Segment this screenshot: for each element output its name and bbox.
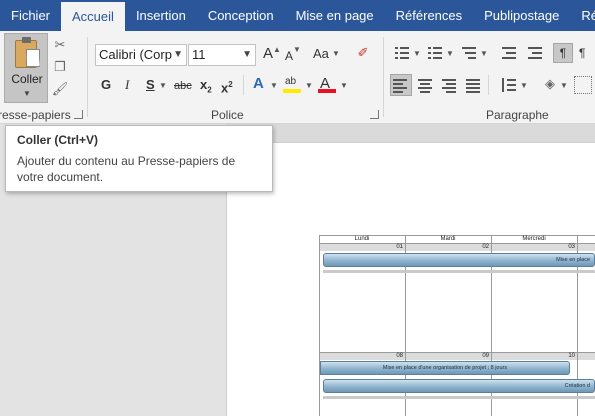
ribbon-tab-bar: Fichier Accueil Insertion Conception Mis… [0, 0, 595, 31]
chevron-down-icon[interactable]: ▼ [446, 49, 454, 58]
shrink-font-button[interactable]: A [285, 47, 293, 65]
chevron-down-icon[interactable]: ▼ [5, 89, 49, 98]
grow-arrow-icon: ▲ [273, 45, 281, 54]
justify-icon[interactable] [464, 76, 482, 94]
align-center-icon[interactable] [416, 76, 434, 94]
font-name-combo[interactable]: Calibri (Corp ▼ [95, 44, 187, 66]
rtl-marks-button[interactable]: ¶ [579, 44, 585, 62]
bold-button[interactable]: G [101, 76, 111, 94]
ribbon: Coller ▼ ✂ ❐ 🖌 resse-papiers Calibri (Co… [0, 31, 595, 124]
chevron-down-icon[interactable]: ▼ [340, 81, 348, 90]
superscript-mark: 2 [228, 80, 233, 89]
paste-tooltip: Coller (Ctrl+V) Ajouter du contenu au Pr… [5, 125, 273, 192]
font-color-swatch [318, 89, 336, 93]
task-bar-shadow [323, 396, 595, 399]
underline-button[interactable]: S [146, 76, 155, 94]
grid-line [319, 235, 320, 416]
format-painter-icon[interactable]: 🖌 [51, 81, 69, 97]
show-marks-button[interactable]: ¶ [553, 43, 573, 63]
cut-icon[interactable]: ✂ [51, 37, 69, 53]
align-left-icon[interactable] [390, 74, 412, 96]
font-launcher-icon[interactable] [370, 110, 379, 119]
day-name-mercredi: Mercredi [522, 236, 546, 242]
tab-publipostage[interactable]: Publipostage [473, 0, 570, 31]
borders-icon[interactable] [574, 76, 592, 94]
task-bar-shadow [323, 270, 595, 273]
day-number-partial [578, 353, 595, 360]
font-size-combo[interactable]: 11 ▼ [188, 44, 256, 66]
text-effects-button[interactable]: A [253, 75, 264, 93]
task-bar[interactable]: Création d [323, 379, 595, 393]
task-bar[interactable]: Mise en place d'une organisation de proj… [320, 361, 570, 375]
highlight-color-swatch [283, 89, 301, 93]
font-name-value: Calibri (Corp [99, 47, 172, 62]
bullets-icon[interactable] [393, 44, 411, 62]
calendar-grid: Lundi Mardi Mercredi 01 02 03 Mise en pl… [319, 235, 595, 416]
day-number: 10 [492, 353, 577, 360]
align-right-icon[interactable] [440, 76, 458, 94]
day-number: 03 [492, 244, 577, 251]
increase-indent-icon[interactable] [526, 44, 544, 62]
subscript-button[interactable]: x2 [200, 76, 212, 100]
chevron-down-icon[interactable]: ▼ [242, 45, 252, 65]
font-size-value: 11 [192, 47, 206, 62]
numbering-icon[interactable] [426, 44, 444, 62]
paste-button[interactable]: Coller ▼ [4, 33, 48, 103]
inline-divider [243, 75, 244, 95]
strikethrough-button[interactable]: abc [174, 77, 192, 95]
day-number: 02 [406, 244, 491, 251]
paste-label: Coller [11, 72, 43, 86]
inline-divider [488, 75, 489, 95]
tab-mise-en-page[interactable]: Mise en page [285, 0, 385, 31]
multilevel-list-icon[interactable] [460, 44, 478, 62]
chevron-down-icon[interactable]: ▼ [560, 81, 568, 90]
grow-font-button[interactable]: A [263, 45, 273, 63]
copy-icon[interactable]: ❐ [51, 59, 69, 75]
day-name-lundi: Lundi [354, 236, 370, 242]
day-name-mardi: Mardi [440, 236, 456, 242]
decrease-indent-icon[interactable] [500, 44, 518, 62]
day-number-partial [578, 244, 595, 251]
tab-revision[interactable]: Révis [570, 0, 595, 31]
tab-conception[interactable]: Conception [197, 0, 285, 31]
group-divider [87, 37, 88, 117]
superscript-button[interactable]: x2 [221, 76, 233, 97]
clear-formatting-icon[interactable]: ✐ [354, 45, 372, 61]
subscript-mark: 2 [207, 85, 212, 95]
clipboard-launcher-icon[interactable] [74, 110, 83, 119]
clipboard-group-label: resse-papiers [0, 108, 71, 122]
tooltip-body: Ajouter du contenu au Presse-papiers de … [17, 154, 236, 184]
day-number: 01 [320, 244, 405, 251]
italic-button[interactable]: I [125, 76, 129, 94]
chevron-down-icon[interactable]: ▼ [332, 49, 340, 58]
tab-insertion[interactable]: Insertion [125, 0, 197, 31]
chevron-down-icon[interactable]: ▼ [520, 81, 528, 90]
chevron-down-icon[interactable]: ▼ [270, 81, 278, 90]
chevron-down-icon[interactable]: ▼ [480, 49, 488, 58]
chevron-down-icon[interactable]: ▼ [173, 45, 183, 65]
paragraph-group-label: Paragraphe [486, 108, 549, 122]
task-bar[interactable]: Mise en place [323, 253, 595, 267]
font-group-label: Police [211, 108, 244, 122]
group-divider [383, 37, 384, 117]
line-spacing-icon[interactable] [500, 76, 518, 94]
day-number: 08 [320, 353, 405, 360]
shrink-arrow-icon: ▼ [293, 45, 301, 54]
day-number: 09 [406, 353, 491, 360]
tab-fichier[interactable]: Fichier [0, 0, 61, 31]
change-case-button[interactable]: Aa [313, 45, 329, 63]
tab-accueil[interactable]: Accueil [61, 2, 125, 31]
chevron-down-icon[interactable]: ▼ [413, 49, 421, 58]
chevron-down-icon[interactable]: ▼ [159, 81, 167, 90]
chevron-down-icon[interactable]: ▼ [305, 81, 313, 90]
tooltip-title: Coller (Ctrl+V) [17, 133, 99, 147]
shading-icon[interactable]: ◈ [541, 76, 559, 92]
tab-references[interactable]: Références [385, 0, 473, 31]
